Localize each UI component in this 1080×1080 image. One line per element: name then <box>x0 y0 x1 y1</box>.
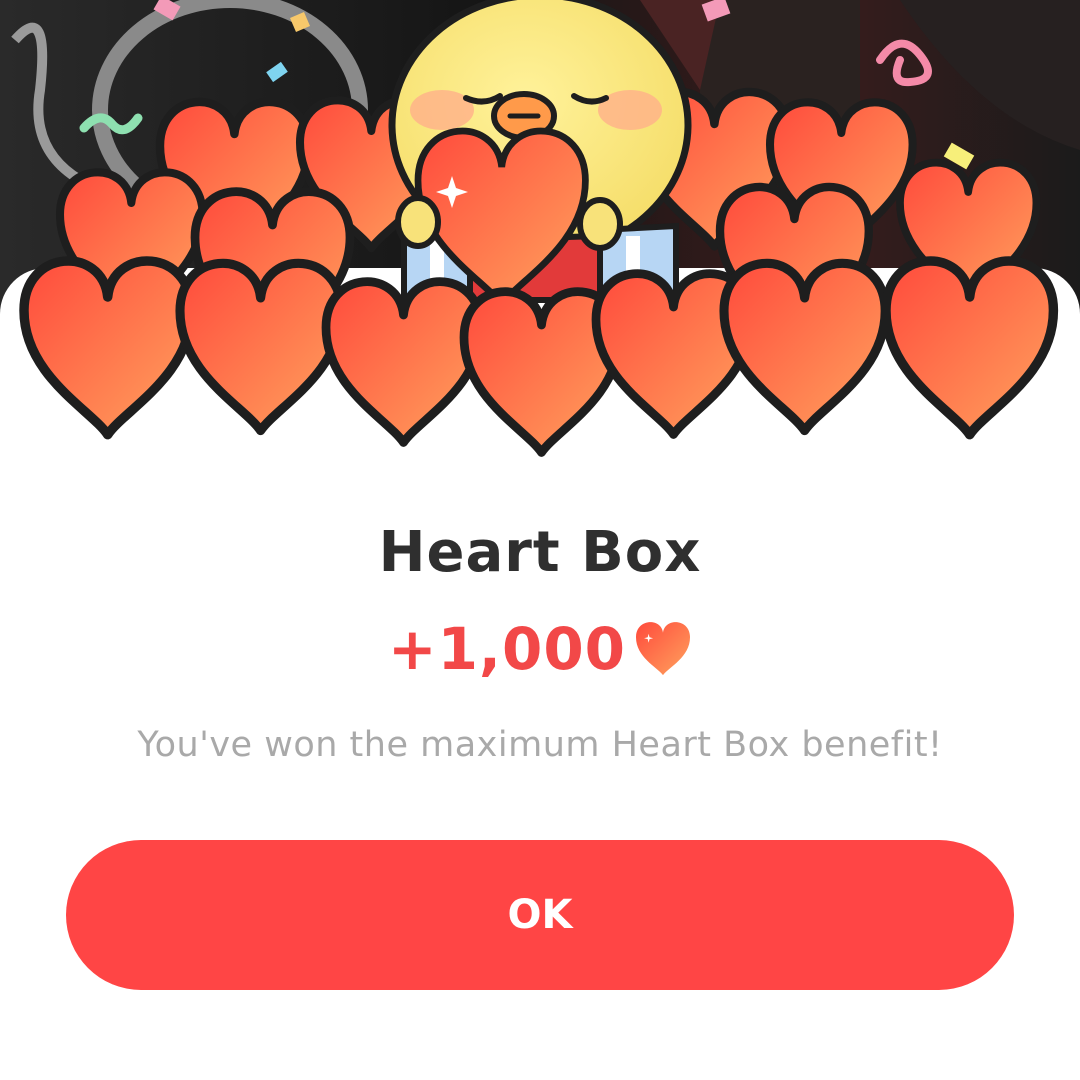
heart-box-screen: Heart Box +1,000 You've won the maximum … <box>0 0 1080 1080</box>
reward-row: +1,000 <box>0 614 1080 684</box>
reward-amount: +1,000 <box>387 615 627 683</box>
ok-button[interactable]: OK <box>66 840 1014 990</box>
heart-icon <box>636 622 691 676</box>
heart-box-illustration <box>0 0 1080 470</box>
dialog-message: You've won the maximum Heart Box benefit… <box>137 725 943 765</box>
dialog-title: Heart Box <box>378 520 702 585</box>
